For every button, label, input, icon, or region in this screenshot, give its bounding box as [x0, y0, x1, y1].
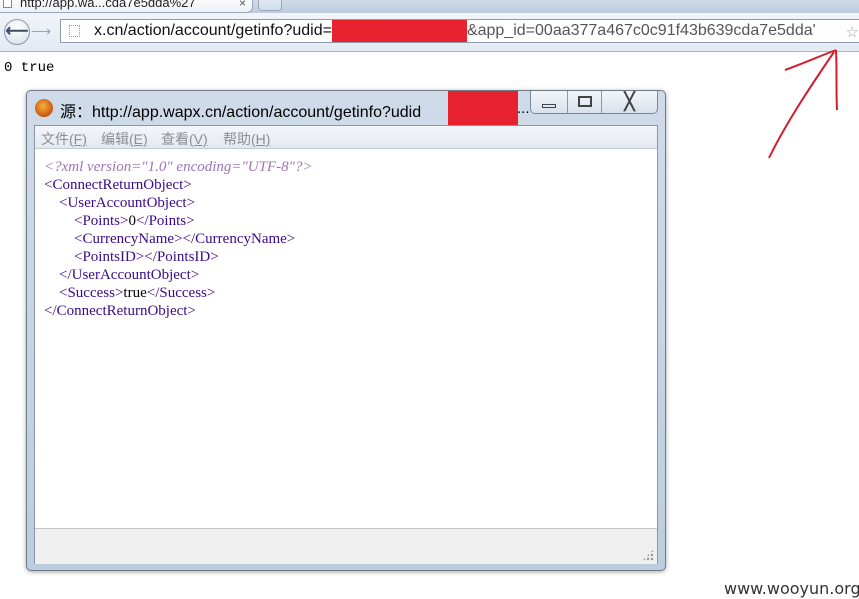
menu-file[interactable]: 文件(F)	[41, 129, 87, 149]
menu-view[interactable]: 查看(V)	[161, 129, 208, 149]
new-tab-button[interactable]	[258, 0, 282, 11]
window-title-ellipsis: ...	[517, 100, 530, 117]
xml-line: </UserAccountObject>	[44, 267, 200, 283]
xml-line: <Success>true</Success>	[44, 285, 216, 301]
view-source-window: 源：http://app.wapx.cn/action/account/geti…	[26, 90, 666, 571]
window-title: 源：http://app.wapx.cn/action/account/geti…	[60, 104, 422, 121]
xml-line: </ConnectReturnObject>	[44, 303, 196, 319]
url-text: x.cn/action/account/getinfo?udid= &app_id…	[94, 20, 816, 42]
menu-help[interactable]: 帮助(H)	[223, 129, 270, 149]
redaction-mark	[331, 20, 467, 42]
firefox-icon	[35, 99, 53, 117]
maximize-icon[interactable]	[568, 91, 602, 113]
back-arrow-icon[interactable]: ⟵	[4, 19, 30, 45]
xml-line: <CurrencyName></CurrencyName>	[44, 231, 296, 247]
window-client-area: 文件(F) 编辑(E) 查看(V) 帮助(H) <?xml version="1…	[34, 125, 658, 564]
browser-tab[interactable]: http://app.wa...cda7e5dda%27 ×	[0, 0, 253, 13]
tab-title: http://app.wa...cda7e5dda%27	[20, 0, 196, 10]
xml-line: <Points>0</Points>	[44, 213, 195, 229]
tab-strip: http://app.wa...cda7e5dda%27 ×	[0, 0, 859, 13]
xml-declaration: <?xml version="1.0" encoding="UTF-8"?>	[44, 159, 313, 175]
xml-line: <UserAccountObject>	[44, 195, 196, 211]
address-bar[interactable]: x.cn/action/account/getinfo?udid= &app_id…	[60, 19, 859, 43]
menu-edit[interactable]: 编辑(E)	[101, 129, 148, 149]
window-controls: ╳	[530, 91, 658, 114]
xml-line: <PointsID></PointsID>	[44, 249, 219, 265]
status-bar	[35, 528, 657, 564]
annotation-arrow	[768, 49, 838, 159]
close-icon[interactable]: ╳	[602, 91, 657, 113]
tab-close-icon[interactable]: ×	[239, 0, 246, 12]
forward-arrow-icon[interactable]: ⟶	[31, 22, 51, 40]
page-icon	[3, 0, 12, 8]
xml-line: <ConnectReturnObject>	[44, 177, 192, 193]
url-suffix: &app_id=00aa377a467c0c91f43b639cda7e5dda…	[466, 22, 816, 39]
minimize-icon[interactable]	[531, 91, 568, 113]
page-icon	[69, 25, 80, 37]
redaction-mark	[448, 91, 518, 127]
watermark: www.wooyun.org	[724, 579, 859, 598]
resize-grip-icon[interactable]	[642, 549, 654, 561]
bookmark-star-icon[interactable]: ☆	[846, 23, 859, 41]
page-output: 0 true	[4, 60, 55, 76]
url-prefix: x.cn/action/account/getinfo?udid=	[94, 22, 332, 39]
menu-bar: 文件(F) 编辑(E) 查看(V) 帮助(H)	[35, 126, 657, 149]
browser-toolbar: ⟵ ⟶ x.cn/action/account/getinfo?udid= &ap…	[0, 13, 859, 52]
xml-source: <?xml version="1.0" encoding="UTF-8"?> <…	[44, 158, 313, 320]
